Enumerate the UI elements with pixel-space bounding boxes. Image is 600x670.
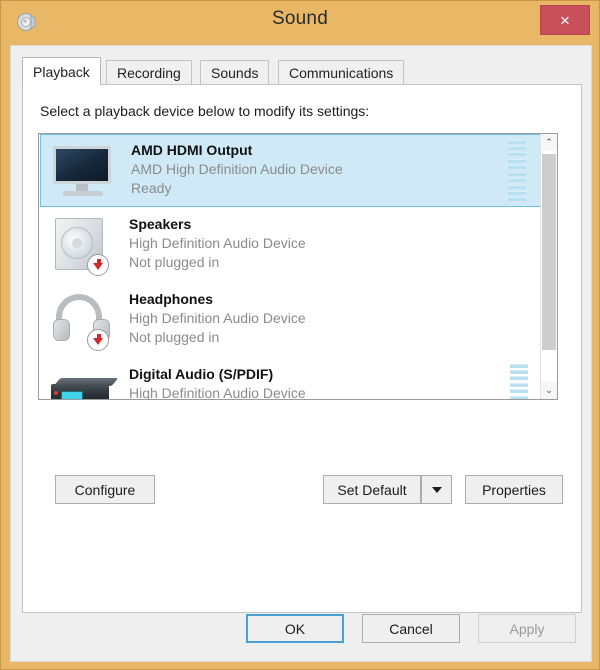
ok-button[interactable]: OK bbox=[246, 614, 344, 643]
playback-tab-panel: Select a playback device below to modify… bbox=[22, 84, 582, 613]
device-text: Headphones High Definition Audio Device … bbox=[119, 290, 510, 349]
tab-sounds[interactable]: Sounds bbox=[200, 60, 270, 85]
device-row-digital-audio-spdif-1[interactable]: Digital Audio (S/PDIF) High Definition A… bbox=[39, 357, 542, 399]
device-driver: High Definition Audio Device bbox=[129, 385, 306, 399]
cancel-button[interactable]: Cancel bbox=[362, 614, 460, 643]
set-default-button[interactable]: Set Default bbox=[323, 475, 421, 504]
dialog-body: Playback Recording Sounds Communications… bbox=[10, 45, 592, 662]
tab-strip: Playback Recording Sounds Communications bbox=[22, 57, 582, 85]
device-name: Speakers bbox=[129, 216, 192, 232]
window-title: Sound bbox=[272, 8, 328, 29]
monitor-icon bbox=[47, 140, 121, 202]
receiver-icon bbox=[45, 364, 119, 399]
set-default-dropdown-button[interactable] bbox=[421, 475, 452, 504]
title-bar: Sound × bbox=[1, 1, 599, 45]
device-text: AMD HDMI Output AMD High Definition Audi… bbox=[121, 141, 508, 200]
instruction-text: Select a playback device below to modify… bbox=[40, 103, 370, 119]
device-row-speakers[interactable]: Speakers High Definition Audio Device No… bbox=[39, 207, 542, 282]
tab-recording[interactable]: Recording bbox=[106, 60, 192, 85]
scroll-up-icon[interactable]: ⌃ bbox=[541, 134, 557, 151]
dropdown-caret-icon bbox=[431, 486, 442, 493]
speaker-icon bbox=[45, 214, 119, 276]
close-icon: × bbox=[560, 10, 570, 30]
device-row-headphones[interactable]: Headphones High Definition Audio Device … bbox=[39, 282, 542, 357]
device-status: Not plugged in bbox=[129, 329, 220, 345]
tab-communications[interactable]: Communications bbox=[278, 60, 405, 85]
device-name: Headphones bbox=[129, 291, 214, 307]
unplugged-badge-icon bbox=[87, 253, 109, 276]
configure-button[interactable]: Configure bbox=[55, 475, 155, 504]
device-status: Not plugged in bbox=[129, 254, 220, 270]
device-text: Speakers High Definition Audio Device No… bbox=[119, 215, 510, 274]
properties-button[interactable]: Properties bbox=[465, 475, 563, 504]
device-row-amd-hdmi-output[interactable]: AMD HDMI Output AMD High Definition Audi… bbox=[40, 134, 541, 207]
scrollbar-thumb[interactable] bbox=[542, 154, 556, 350]
device-driver: High Definition Audio Device bbox=[129, 235, 306, 251]
scroll-down-icon[interactable]: ⌄ bbox=[541, 382, 557, 399]
headphones-icon bbox=[45, 289, 119, 351]
device-name: AMD HDMI Output bbox=[131, 142, 253, 158]
playback-device-list[interactable]: AMD HDMI Output AMD High Definition Audi… bbox=[38, 133, 558, 400]
volume-meter bbox=[510, 363, 528, 399]
device-text: Digital Audio (S/PDIF) High Definition A… bbox=[119, 365, 510, 399]
unplugged-badge-icon bbox=[87, 328, 109, 351]
close-button[interactable]: × bbox=[540, 5, 590, 35]
device-driver: High Definition Audio Device bbox=[129, 310, 306, 326]
device-list-viewport: AMD HDMI Output AMD High Definition Audi… bbox=[39, 134, 542, 399]
device-name: Digital Audio (S/PDIF) bbox=[129, 366, 274, 382]
volume-meter bbox=[508, 139, 526, 202]
tab-playback[interactable]: Playback bbox=[22, 57, 101, 85]
device-list-scrollbar[interactable]: ⌃ ⌄ bbox=[540, 134, 557, 399]
device-status: Ready bbox=[131, 180, 172, 196]
device-driver: AMD High Definition Audio Device bbox=[131, 161, 343, 177]
apply-button: Apply bbox=[478, 614, 576, 643]
sound-dialog-window: Sound × Playback Recording Sounds Commun… bbox=[0, 0, 600, 670]
